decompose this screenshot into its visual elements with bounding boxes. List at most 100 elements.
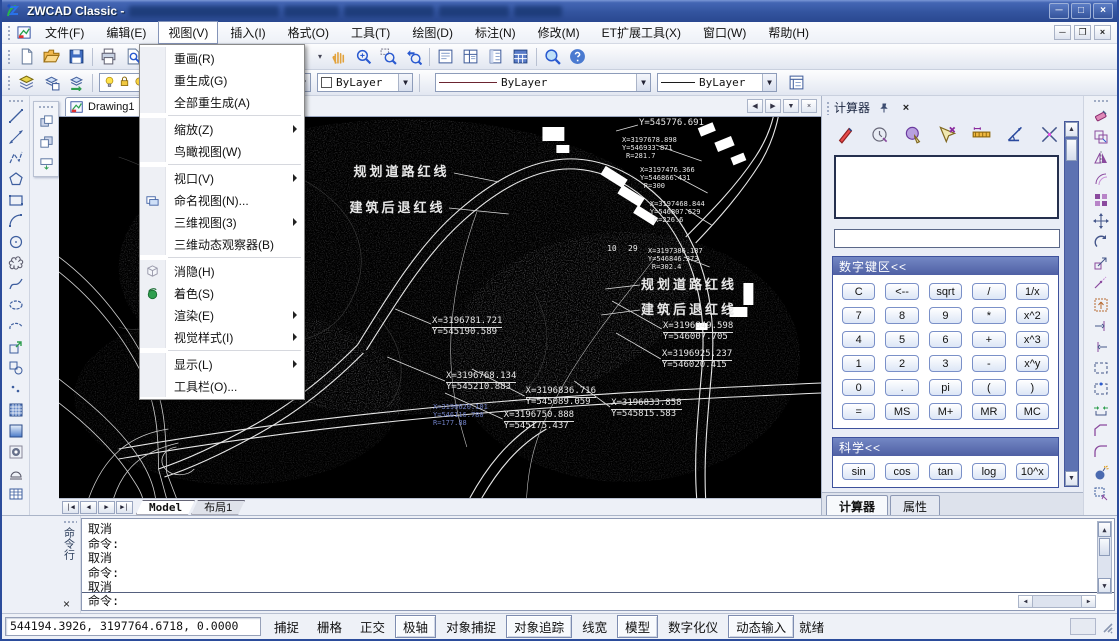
break-at-point-icon[interactable]: [1089, 378, 1113, 399]
menu-编辑(E)[interactable]: 编辑(E): [96, 21, 156, 44]
menu-item-缩放(Z)[interactable]: 缩放(Z): [140, 118, 304, 140]
title-bar[interactable]: ZWCAD Classic - ─ □ ×: [2, 0, 1117, 22]
calc-key-M+[interactable]: M+: [929, 403, 962, 420]
status-toggle-数字化仪[interactable]: 数字化仪: [660, 615, 726, 638]
scroll-left-icon[interactable]: ◀: [1019, 596, 1033, 607]
scrollbar-thumb[interactable]: [1066, 139, 1077, 161]
construction-line-icon[interactable]: [4, 126, 28, 147]
rotate-icon[interactable]: [1089, 231, 1113, 252]
chamfer-icon[interactable]: [1089, 420, 1113, 441]
lineweight-combo[interactable]: ByLayer ▼: [657, 73, 777, 92]
scroll-up-icon[interactable]: ▲: [1098, 522, 1111, 537]
calc-key-x^2[interactable]: x^2: [1016, 307, 1049, 324]
child-minimize-button[interactable]: ─: [1054, 25, 1071, 40]
join-icon[interactable]: [1089, 399, 1113, 420]
calc-key-MC[interactable]: MC: [1016, 403, 1049, 420]
copy-icon[interactable]: [1089, 126, 1113, 147]
toolbar-overflow-icon[interactable]: ▾: [314, 46, 326, 68]
calc-key-6[interactable]: 6: [929, 331, 962, 348]
menu-item-工具栏(O)...[interactable]: 工具栏(O)...: [140, 375, 304, 397]
document-tab[interactable]: Drawing1: [65, 97, 145, 116]
clear-history-icon[interactable]: [866, 122, 892, 147]
calc-key-x^3[interactable]: x^3: [1016, 331, 1049, 348]
calc-key-<--[interactable]: <--: [885, 283, 918, 300]
scroll-down-icon[interactable]: ▼: [1098, 578, 1111, 593]
calc-key-.[interactable]: .: [885, 379, 918, 396]
ellipse-arc-icon[interactable]: [4, 315, 28, 336]
gradient-icon[interactable]: [4, 420, 28, 441]
zoom-realtime-icon[interactable]: [351, 46, 376, 68]
mirror-icon[interactable]: [1089, 147, 1113, 168]
calc-key-3[interactable]: 3: [929, 355, 962, 372]
hatch-icon[interactable]: [4, 399, 28, 420]
menu-item-视口(V)[interactable]: 视口(V): [140, 167, 304, 189]
draworder-back-icon[interactable]: [34, 132, 58, 153]
tab-layout1[interactable]: 布局1: [191, 500, 245, 515]
next-drawing-icon[interactable]: ▶: [765, 99, 781, 113]
calc-key-sqrt[interactable]: sqrt: [929, 283, 962, 300]
toolpalettes-icon[interactable]: [483, 46, 508, 68]
command-vscrollbar[interactable]: ▲ ▼: [1097, 521, 1112, 594]
scroll-right-icon[interactable]: ▶: [1081, 596, 1095, 607]
polygon-icon[interactable]: [4, 168, 28, 189]
layer-previous-icon[interactable]: [64, 72, 89, 94]
pin-icon[interactable]: [876, 100, 892, 115]
first-tab-icon[interactable]: |◀: [62, 501, 79, 514]
minimize-button[interactable]: ─: [1049, 3, 1069, 19]
command-hscrollbar[interactable]: ◀ ▶: [1018, 595, 1096, 608]
child-restore-button[interactable]: ❐: [1074, 25, 1091, 40]
calc-key-*[interactable]: *: [972, 307, 1005, 324]
menu-视图(V)[interactable]: 视图(V): [158, 21, 218, 44]
menu-窗口(W)[interactable]: 窗口(W): [693, 21, 756, 44]
properties-icon[interactable]: [433, 46, 458, 68]
designcenter-icon[interactable]: [458, 46, 483, 68]
toolbar-grip[interactable]: [7, 75, 11, 91]
calc-key-0[interactable]: 0: [842, 379, 875, 396]
donut-icon[interactable]: [4, 441, 28, 462]
polyline-icon[interactable]: [4, 147, 28, 168]
command-prompt[interactable]: 命令:: [88, 594, 119, 609]
calc-key-1/x[interactable]: 1/x: [1016, 283, 1049, 300]
quickcalc-icon[interactable]: [508, 46, 533, 68]
toolbar-grip[interactable]: [1093, 99, 1109, 103]
menu-item-渲染(E)[interactable]: 渲染(E): [140, 304, 304, 326]
panel-grip[interactable]: [63, 520, 77, 524]
panel-grip[interactable]: [826, 101, 830, 115]
menu-工具(T)[interactable]: 工具(T): [341, 21, 400, 44]
color-combo[interactable]: ByLayer ▼: [317, 73, 413, 92]
scroll-down-icon[interactable]: ▼: [1065, 471, 1078, 486]
menu-item-重生成(G)[interactable]: 重生成(G): [140, 69, 304, 91]
numpad-header[interactable]: 数字键区<<: [833, 257, 1058, 275]
last-tab-icon[interactable]: ▶|: [116, 501, 133, 514]
menu-ET扩展工具(X)[interactable]: ET扩展工具(X): [592, 21, 691, 44]
menu-item-全部重生成(A)[interactable]: 全部重生成(A): [140, 91, 304, 113]
status-toggle-栅格[interactable]: 栅格: [309, 615, 350, 638]
calc-key-2[interactable]: 2: [885, 355, 918, 372]
spline-icon[interactable]: [4, 273, 28, 294]
status-toggle-对象捕捉[interactable]: 对象捕捉: [438, 615, 504, 638]
close-icon[interactable]: ×: [898, 100, 914, 115]
menu-修改(M)[interactable]: 修改(M): [528, 21, 590, 44]
calc-key-4[interactable]: 4: [842, 331, 875, 348]
scale-icon[interactable]: [1089, 252, 1113, 273]
status-toggle-对象追踪[interactable]: 对象追踪: [506, 615, 572, 638]
calc-key-pi[interactable]: pi: [929, 379, 962, 396]
insert-block-icon[interactable]: [4, 336, 28, 357]
status-toggle-极轴[interactable]: 极轴: [395, 615, 436, 638]
status-toggle-模型[interactable]: 模型: [617, 615, 658, 638]
menu-item-视觉样式(I)[interactable]: 视觉样式(I): [140, 326, 304, 348]
child-close-button[interactable]: ×: [1094, 25, 1111, 40]
chevron-down-icon[interactable]: ▼: [762, 74, 776, 91]
menu-帮助(H)[interactable]: 帮助(H): [758, 21, 819, 44]
linetype-combo[interactable]: ByLayer ▼: [435, 73, 651, 92]
menu-标注(N)[interactable]: 标注(N): [465, 21, 526, 44]
break-icon[interactable]: [1089, 357, 1113, 378]
chevron-down-icon[interactable]: ▼: [636, 74, 650, 91]
extend-icon[interactable]: [1089, 336, 1113, 357]
calculator-panel-header[interactable]: 计算器 ×: [822, 96, 1083, 117]
command-panel-titlebar[interactable]: 命令行 ×: [59, 516, 81, 613]
new-icon[interactable]: [14, 46, 39, 68]
menu-绘图(D)[interactable]: 绘图(D): [402, 21, 463, 44]
menu-item-重画(R)[interactable]: 重画(R): [140, 47, 304, 69]
menu-item-三维视图(3)[interactable]: 三维视图(3): [140, 211, 304, 233]
